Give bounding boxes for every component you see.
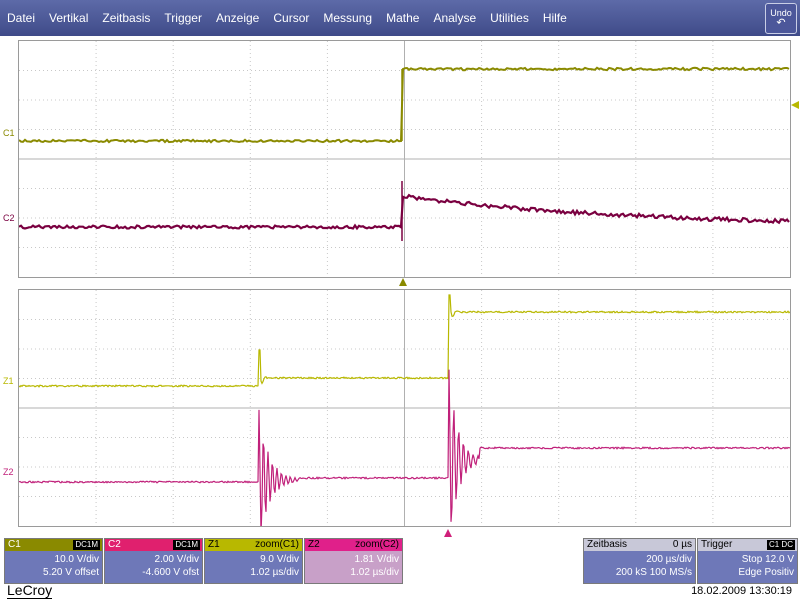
trigger-type: Edge <box>738 567 761 578</box>
c1-panel-header: C1 DC1M <box>5 539 102 551</box>
c1-panel[interactable]: C1 DC1M 10.0 V/div 5.20 V offset <box>4 538 103 584</box>
c2-trace-label: C2 <box>3 213 15 223</box>
c1-coupling-badge: DC1M <box>73 540 100 550</box>
timebase-panel-header: Zeitbasis 0 µs <box>584 539 695 551</box>
trigger-panel[interactable]: Trigger C1 DC Stop 12.0 V Edge Positiv <box>697 538 798 584</box>
timebase-samples: 200 kS <box>616 567 647 578</box>
c2-offset: -4.600 V ofst <box>105 566 199 579</box>
main-waveform-svg <box>19 41 790 277</box>
menu-mathe[interactable]: Mathe <box>379 0 426 36</box>
menu-items: Datei Vertikal Zeitbasis Trigger Anzeige… <box>0 0 574 36</box>
c2-panel-header: C2 DC1M <box>105 539 202 551</box>
z2-panel-name: Z2 <box>308 539 320 550</box>
c2-vdiv: 2.00 V/div <box>105 553 199 566</box>
timebase-tdiv: 200 µs/div <box>584 553 692 566</box>
z1-tdiv: 1.02 µs/div <box>205 566 299 579</box>
z1-panel-body: 9.0 V/div 1.02 µs/div <box>205 551 302 583</box>
c2-panel[interactable]: C2 DC1M 2.00 V/div -4.600 V ofst <box>104 538 203 584</box>
c1-offset: 5.20 V offset <box>5 566 99 579</box>
zoom-waveform-grid[interactable] <box>18 289 791 527</box>
trigger-level: 12.0 V <box>765 554 794 565</box>
trigger-panel-body: Stop 12.0 V Edge Positiv <box>698 551 797 583</box>
trigger-row1: Stop 12.0 V <box>698 553 794 566</box>
trigger-title: Trigger <box>701 539 732 550</box>
zoom-waveform-svg <box>19 290 790 526</box>
c2-coupling-badge: DC1M <box>173 540 200 550</box>
trigger-row2: Edge Positiv <box>698 566 794 579</box>
timebase-rate: 100 MS/s <box>650 567 692 578</box>
z1-vdiv: 9.0 V/div <box>205 553 299 566</box>
c1-trace-label: C1 <box>3 128 15 138</box>
trigger-mode: Stop <box>742 554 763 565</box>
z2-source: zoom(C2) <box>355 539 399 551</box>
trigger-panel-header: Trigger C1 DC <box>698 539 797 551</box>
timebase-title: Zeitbasis <box>587 539 627 550</box>
trigger-position-marker <box>398 277 408 287</box>
z1-trace-label: Z1 <box>3 376 14 386</box>
z1-panel[interactable]: Z1 zoom(C1) 9.0 V/div 1.02 µs/div <box>204 538 303 584</box>
zoom-trigger-marker <box>443 528 453 538</box>
c2-panel-body: 2.00 V/div -4.600 V ofst <box>105 551 202 583</box>
timebase-panel[interactable]: Zeitbasis 0 µs 200 µs/div 200 kS 100 MS/… <box>583 538 696 584</box>
undo-button[interactable]: Undo ↶ <box>765 3 797 34</box>
main-waveform-grid[interactable] <box>18 40 791 278</box>
lecroy-logo: LeCroy <box>7 582 52 599</box>
c1-vdiv: 10.0 V/div <box>5 553 99 566</box>
z1-panel-header: Z1 zoom(C1) <box>205 539 302 551</box>
undo-arrow-icon: ↶ <box>766 18 796 29</box>
menu-hilfe[interactable]: Hilfe <box>536 0 574 36</box>
menu-cursor[interactable]: Cursor <box>266 0 316 36</box>
c2-panel-name: C2 <box>108 539 121 550</box>
c1-panel-name: C1 <box>8 539 21 550</box>
z1-panel-name: Z1 <box>208 539 220 550</box>
menu-vertikal[interactable]: Vertikal <box>42 0 95 36</box>
z2-panel-body: 1.81 V/div 1.02 µs/div <box>305 551 402 583</box>
c1-panel-body: 10.0 V/div 5.20 V offset <box>5 551 102 583</box>
menu-trigger[interactable]: Trigger <box>157 0 209 36</box>
menu-datei[interactable]: Datei <box>0 0 42 36</box>
menu-analyse[interactable]: Analyse <box>426 0 483 36</box>
z2-tdiv: 1.02 µs/div <box>305 566 399 579</box>
acquisition-datetime: 18.02.2009 13:30:19 <box>691 585 792 597</box>
timebase-row2: 200 kS 100 MS/s <box>584 566 692 579</box>
z2-panel-header: Z2 zoom(C2) <box>305 539 402 551</box>
z1-source: zoom(C1) <box>255 539 299 551</box>
menu-zeitbasis[interactable]: Zeitbasis <box>95 0 157 36</box>
z2-panel[interactable]: Z2 zoom(C2) 1.81 V/div 1.02 µs/div <box>304 538 403 584</box>
menu-utilities[interactable]: Utilities <box>483 0 536 36</box>
menu-anzeige[interactable]: Anzeige <box>209 0 266 36</box>
z2-trace-label: Z2 <box>3 467 14 477</box>
trigger-slope: Positiv <box>765 567 794 578</box>
menu-bar: Datei Vertikal Zeitbasis Trigger Anzeige… <box>0 0 800 36</box>
trigger-source-badge: C1 DC <box>767 540 795 550</box>
trigger-level-marker <box>790 100 800 110</box>
menu-messung[interactable]: Messung <box>316 0 379 36</box>
timebase-panel-body: 200 µs/div 200 kS 100 MS/s <box>584 551 695 583</box>
timebase-delay: 0 µs <box>673 539 692 551</box>
z2-vdiv: 1.81 V/div <box>305 553 399 566</box>
